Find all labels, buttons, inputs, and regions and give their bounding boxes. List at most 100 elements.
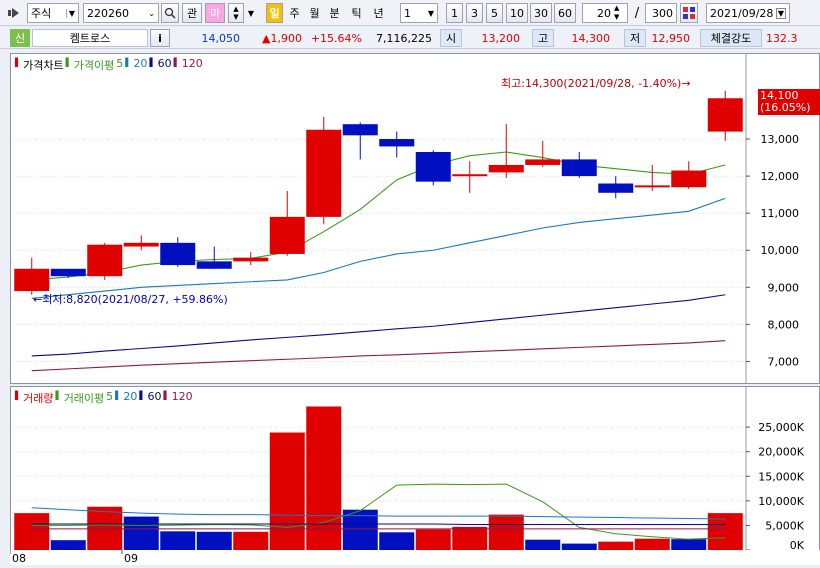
market-type-value: 주식 (31, 5, 51, 21)
info-button[interactable]: i (150, 29, 170, 47)
date-axis-labels: 08 09 (10, 550, 820, 565)
volume-axis-label: 25,000K (758, 421, 804, 434)
volume-legend-ma5: 5 (106, 390, 113, 406)
candle-body (197, 261, 232, 268)
chevron-down-icon: ▼ (776, 8, 786, 19)
legend-marker-icon: ▌ (15, 58, 21, 73)
candle-body (708, 98, 743, 131)
range-button-30[interactable]: 30 (530, 3, 552, 23)
candle (14, 258, 49, 295)
volume-bar (197, 532, 232, 550)
open-label: 시 (440, 29, 462, 47)
candle-body (87, 245, 122, 277)
price-axis-label: 13,000 (761, 133, 800, 146)
candle-body (343, 124, 378, 135)
period-year[interactable]: 년 (370, 3, 387, 23)
date-label: 08 (12, 552, 26, 565)
volume-bar (489, 515, 524, 550)
candle-body (452, 174, 487, 176)
count-input[interactable]: 20 (582, 3, 628, 23)
candle-body (635, 185, 670, 187)
grid-settings-icon[interactable] (680, 3, 698, 23)
chevron-down-icon[interactable]: ▼ (246, 3, 256, 23)
low-annotation: ←최저:8,820(2021/08/27, +59.86%) (33, 291, 228, 307)
strength-label: 체결강도 (700, 29, 762, 47)
volume-legend-ma120: 120 (172, 390, 193, 406)
legend-marker-icon: ▌ (163, 391, 169, 406)
candle (270, 191, 305, 256)
candle (379, 132, 414, 158)
price-chart-panel[interactable]: 7,0008,0009,00010,00011,00012,00013,000 … (10, 53, 820, 384)
volume-bar (525, 540, 560, 550)
search-icon[interactable] (161, 3, 179, 23)
legend-marker-icon: ▌ (115, 391, 121, 406)
menu-arrow-icon[interactable] (8, 7, 20, 19)
price-change: ▲1,900 (246, 29, 302, 47)
candle (525, 141, 560, 167)
price-legend-ma120: 120 (182, 57, 203, 73)
date-label: 09 (124, 552, 138, 565)
high-price: 14,300 (558, 29, 610, 47)
total-count-input[interactable]: 300 (645, 3, 677, 23)
period-minute[interactable]: 분 (326, 3, 343, 23)
price-legend-ma20: 20 (133, 57, 147, 73)
range-button-60[interactable]: 60 (554, 3, 576, 23)
quote-info-bar: 신 켐트로스 i 14,050 ▲1,900 +15.64% 7,116,225… (0, 27, 820, 49)
legend-marker-icon: ▌ (66, 58, 72, 73)
status-badge: 신 (10, 29, 30, 47)
interval-select[interactable]: 1 ▼ (400, 3, 438, 23)
range-button-3[interactable]: 3 (466, 3, 483, 23)
open-price: 13,200 (466, 29, 520, 47)
period-tick[interactable]: 틱 (348, 3, 365, 23)
candle (416, 150, 451, 185)
volume-chart: 0K5,000K10,000K15,000K20,000K25,000K (11, 387, 819, 551)
volume-bar (671, 539, 706, 550)
candle-body (416, 152, 451, 182)
count-value: 20 (597, 7, 611, 20)
chevron-down-icon: ▼ (428, 9, 434, 18)
code-input[interactable]: 220260 ⌄ (83, 3, 159, 23)
volume-chart-panel[interactable]: 0K5,000K10,000K15,000K20,000K25,000K ▌거래… (10, 386, 820, 551)
price-axis-label: 8,000 (768, 318, 800, 331)
count-spin-icon[interactable]: ▲▼ (614, 4, 619, 22)
volume-axis-label: 5,000K (765, 519, 804, 532)
ma-button[interactable]: 마 (205, 3, 225, 23)
period-day[interactable]: 일 (266, 3, 283, 23)
candle (160, 237, 195, 267)
interest-button[interactable]: 관 (182, 3, 202, 23)
legend-marker-icon: ▌ (56, 391, 62, 406)
candle-body (160, 243, 195, 265)
market-type-select[interactable]: 주식 ▼ (27, 3, 79, 23)
range-button-5[interactable]: 5 (486, 3, 503, 23)
volume-legend-ma60: 60 (147, 390, 161, 406)
candle-body (671, 171, 706, 188)
candle (452, 161, 487, 193)
price-legend-ma60: 60 (158, 57, 172, 73)
range-button-10[interactable]: 10 (506, 3, 528, 23)
code-value: 220260 (87, 7, 129, 20)
volume-bar (160, 531, 195, 550)
date-input[interactable]: 2021/09/28 ▼ (706, 3, 790, 23)
volume-legend-title: 거래량 (23, 390, 53, 406)
trade-volume: 7,116,225 (366, 29, 432, 47)
candle-body (598, 184, 633, 193)
up-down-spin[interactable]: ▲▼ (228, 3, 244, 23)
spin-up-icon: ▲ (233, 5, 238, 13)
spin-down-icon: ▼ (233, 13, 238, 21)
period-week[interactable]: 주 (286, 3, 303, 23)
period-month[interactable]: 월 (306, 3, 323, 23)
current-price: 14,050 (178, 29, 240, 47)
candle-body (379, 139, 414, 146)
interval-value: 1 (404, 7, 411, 20)
volume-bar (416, 529, 451, 550)
volume-axis-label: 15,000K (758, 470, 804, 483)
volume-axis-label: 10,000K (758, 495, 804, 508)
range-button-1[interactable]: 1 (446, 3, 463, 23)
legend-marker-icon: ▌ (125, 58, 131, 73)
legend-marker-icon: ▌ (139, 391, 145, 406)
candle (562, 152, 597, 178)
legend-marker-icon: ▌ (149, 58, 155, 73)
price-legend: ▌가격차트 ▌가격이평 5 ▌20 ▌60 ▌120 (15, 57, 203, 73)
volume-bar (379, 532, 414, 550)
candle-body (14, 269, 49, 291)
